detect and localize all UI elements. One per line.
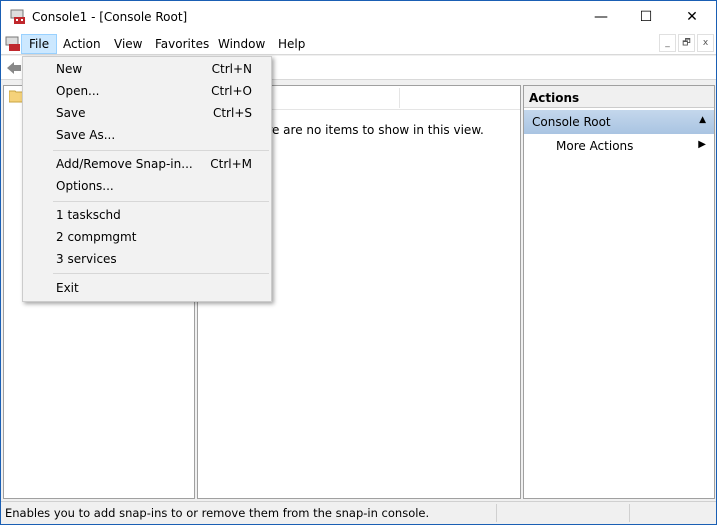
console-root-section[interactable]: Console Root ▲ xyxy=(524,110,714,134)
menu-window[interactable]: Window xyxy=(211,34,272,54)
mmc-app-icon[interactable] xyxy=(10,9,26,25)
collapse-icon[interactable]: ▲ xyxy=(699,115,706,125)
menu-bar: File Action View Favorites Window Help _… xyxy=(1,33,716,55)
menu-item-save-as[interactable]: Save As... xyxy=(23,124,271,146)
menu-item-options[interactable]: Options... xyxy=(23,175,271,197)
menu-item-add-remove-snapin[interactable]: Add/Remove Snap-in... Ctrl+M xyxy=(23,153,271,175)
actions-header: Actions xyxy=(524,86,714,108)
menu-file[interactable]: File xyxy=(21,34,58,54)
close-button[interactable]: ✕ xyxy=(669,1,715,33)
minimize-button[interactable]: — xyxy=(578,1,624,33)
empty-message: There are no items to show in this view. xyxy=(245,123,484,137)
menu-action[interactable]: Action xyxy=(56,34,108,54)
mmc-window: Console1 - [Console Root] — ☐ ✕ File Act… xyxy=(0,0,717,525)
menu-separator xyxy=(53,150,269,151)
menu-favorites[interactable]: Favorites xyxy=(148,34,216,54)
title-bar: Console1 - [Console Root] — ☐ ✕ xyxy=(1,1,716,33)
mdi-minimize-button[interactable]: _ xyxy=(659,34,676,52)
back-arrow-icon[interactable] xyxy=(6,60,22,76)
file-menu-dropdown: New Ctrl+N Open... Ctrl+O Save Ctrl+S Save … xyxy=(22,56,272,302)
menu-help[interactable]: Help xyxy=(271,34,312,54)
menu-item-recent-3[interactable]: 3 services xyxy=(23,248,271,270)
window-title: Console1 - [Console Root] xyxy=(32,10,188,24)
menu-separator xyxy=(53,273,269,274)
section-label: Console Root xyxy=(532,115,611,129)
status-text: Enables you to add snap-ins to or remove… xyxy=(5,506,430,520)
mmc-doc-icon[interactable] xyxy=(5,36,21,52)
menu-item-recent-2[interactable]: 2 compmgmt xyxy=(23,226,271,248)
status-bar: Enables you to add snap-ins to or remove… xyxy=(1,501,716,524)
submenu-arrow-icon: ▶ xyxy=(698,139,706,150)
more-actions-link[interactable]: More Actions xyxy=(556,139,633,153)
menu-item-exit[interactable]: Exit xyxy=(23,277,271,299)
maximize-button[interactable]: ☐ xyxy=(623,1,669,33)
actions-pane: Actions Console Root ▲ More Actions ▶ xyxy=(523,85,715,499)
menu-item-open[interactable]: Open... Ctrl+O xyxy=(23,80,271,102)
menu-item-save[interactable]: Save Ctrl+S xyxy=(23,102,271,124)
menu-item-recent-1[interactable]: 1 taskschd xyxy=(23,204,271,226)
menu-item-new[interactable]: New Ctrl+N xyxy=(23,58,271,80)
menu-view[interactable]: View xyxy=(107,34,149,54)
mdi-close-button[interactable]: x xyxy=(697,34,714,52)
mdi-restore-button[interactable]: 🗗 xyxy=(678,34,695,52)
menu-separator xyxy=(53,201,269,202)
